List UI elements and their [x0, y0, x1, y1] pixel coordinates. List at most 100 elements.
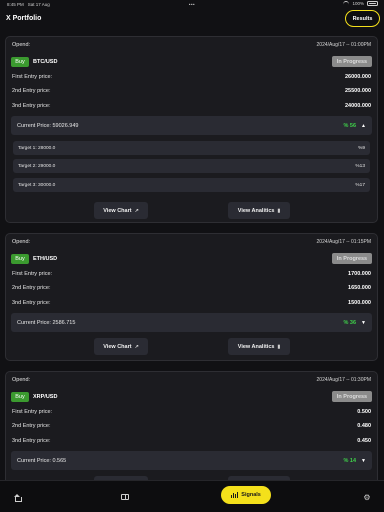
status-date: Sat 17 Aug — [27, 2, 50, 7]
second-entry-label: 2nd Entry price: — [12, 423, 51, 429]
results-button[interactable]: Results — [345, 10, 380, 27]
battery-percent: 100% — [352, 1, 364, 6]
target-label: Target 1: 28000.0 — [18, 145, 56, 151]
first-entry-label: First Entry price: — [12, 271, 53, 277]
page-title: X Portfolio — [6, 15, 42, 22]
second-entry-label: 2nd Entry price: — [12, 88, 51, 94]
target-label: Target 3: 30000.0 — [18, 182, 56, 188]
gear-icon: ⚙ — [363, 492, 371, 502]
status-badge: In Progress — [332, 56, 372, 67]
chevron-down-icon: ▼ — [361, 319, 366, 326]
third-entry-value: 24000.000 — [345, 103, 371, 109]
current-price: Current Price: 59026.949 — [17, 122, 79, 129]
second-entry-value: 25500.000 — [345, 88, 371, 94]
first-entry-value: 1700.000 — [348, 271, 371, 277]
tab-settings[interactable]: ⚙ — [358, 481, 376, 512]
bottom-tab-bar: Signals ⚙ — [0, 480, 384, 512]
target-row: Target 1: 28000.0 %9 — [13, 141, 370, 155]
first-entry-row: First Entry price: 26000.000 — [12, 74, 371, 80]
second-entry-row: 2nd Entry price: 0.480 — [12, 423, 371, 429]
wifi-icon — [343, 1, 350, 6]
view-chart-label: View Chart — [103, 207, 132, 214]
view-analitics-label: View Analitics — [237, 207, 275, 214]
first-entry-value: 0.500 — [357, 409, 371, 415]
tab-signals[interactable]: Signals — [221, 486, 271, 504]
target-percent: %9 — [358, 145, 365, 151]
chart-line-icon: ↗ — [134, 207, 139, 214]
target-label: Target 2: 29000.0 — [18, 163, 56, 169]
opened-row: Opend: 2024/Aug/17 -- 01:30PM — [12, 377, 371, 383]
signal-card-eth: Opend: 2024/Aug/17 -- 01:15PM Buy ETH/US… — [5, 233, 378, 361]
second-entry-label: 2nd Entry price: — [12, 285, 51, 291]
chart-line-icon: ↗ — [134, 343, 139, 350]
third-entry-row: 3nd Entry price: 1500.000 — [12, 300, 371, 306]
signals-list[interactable]: Opend: 2024/Aug/17 -- 01:00PM Buy BTC/US… — [0, 33, 384, 480]
third-entry-label: 3nd Entry price: — [12, 103, 51, 109]
opened-date: 2024/Aug/17 -- 01:00PM — [316, 42, 371, 48]
signal-card-xrp: Opend: 2024/Aug/17 -- 01:30PM Buy XRP/US… — [5, 371, 378, 480]
view-analitics-label: View Analitics — [237, 343, 275, 350]
current-price: Current Price: 0.565 — [17, 457, 67, 464]
first-entry-row: First Entry price: 0.500 — [12, 409, 371, 415]
current-price: Current Price: 2586.715 — [17, 319, 76, 326]
pair-label: ETH/USD — [33, 256, 58, 262]
price-change: % 14 — [343, 457, 357, 464]
home-icon — [13, 493, 22, 502]
chevron-down-icon: ▼ — [361, 457, 366, 464]
target-row: Target 2: 29000.0 %13 — [13, 159, 370, 173]
app-header: X Portfolio Results — [0, 9, 384, 31]
view-chart-button[interactable]: View Chart ↗ — [94, 202, 148, 219]
buy-badge: Buy — [11, 392, 29, 402]
tab-learn[interactable] — [116, 481, 134, 512]
view-analitics-button[interactable]: View Analitics ▮ — [228, 202, 290, 219]
signal-card-btc: Opend: 2024/Aug/17 -- 01:00PM Buy BTC/US… — [5, 36, 378, 223]
current-price-toggle[interactable]: Current Price: 2586.715 % 36 ▼ — [11, 313, 372, 332]
bar-chart-icon: ▮ — [277, 207, 281, 214]
second-entry-row: 2nd Entry price: 25500.000 — [12, 88, 371, 94]
pair-label: XRP/USD — [33, 394, 58, 400]
status-time: 8:45 PM — [7, 2, 24, 7]
price-change: % 56 — [343, 122, 357, 129]
third-entry-label: 3nd Entry price: — [12, 438, 51, 444]
multitasking-dots[interactable]: ••• — [188, 2, 196, 7]
third-entry-row: 3nd Entry price: 0.450 — [12, 438, 371, 444]
first-entry-value: 26000.000 — [345, 74, 371, 80]
opened-label: Opend: — [12, 42, 31, 48]
buy-badge: Buy — [11, 254, 29, 264]
opened-label: Opend: — [12, 377, 31, 383]
price-change: % 36 — [343, 319, 357, 326]
bar-chart-icon — [231, 492, 239, 498]
target-row: Target 3: 30000.0 %17 — [13, 178, 370, 192]
view-chart-button[interactable]: View Chart ↗ — [94, 338, 148, 355]
bar-chart-icon: ▮ — [277, 343, 281, 350]
current-price-toggle[interactable]: Current Price: 59026.949 % 56 ▲ — [11, 116, 372, 135]
status-bar: 8:45 PM Sat 17 Aug ••• 100% — [0, 0, 384, 9]
tab-home[interactable] — [8, 481, 26, 512]
buy-badge: Buy — [11, 57, 29, 67]
book-icon — [121, 494, 129, 500]
third-entry-value: 1500.000 — [348, 300, 371, 306]
opened-label: Opend: — [12, 239, 31, 245]
status-badge: In Progress — [332, 253, 372, 264]
third-entry-label: 3nd Entry price: — [12, 300, 51, 306]
opened-row: Opend: 2024/Aug/17 -- 01:00PM — [12, 42, 371, 48]
current-price-toggle[interactable]: Current Price: 0.565 % 14 ▼ — [11, 451, 372, 470]
target-percent: %17 — [355, 182, 365, 188]
second-entry-row: 2nd Entry price: 1650.000 — [12, 285, 371, 291]
third-entry-row: 3nd Entry price: 24000.000 — [12, 103, 371, 109]
third-entry-value: 0.450 — [357, 438, 371, 444]
opened-row: Opend: 2024/Aug/17 -- 01:15PM — [12, 239, 371, 245]
chevron-up-icon: ▲ — [361, 122, 366, 129]
second-entry-value: 1650.000 — [348, 285, 371, 291]
view-analitics-button[interactable]: View Analitics ▮ — [228, 338, 290, 355]
opened-date: 2024/Aug/17 -- 01:15PM — [316, 239, 371, 245]
second-entry-value: 0.480 — [357, 423, 371, 429]
status-badge: In Progress — [332, 391, 372, 402]
tab-signals-label: Signals — [241, 492, 261, 498]
pair-label: BTC/USD — [33, 59, 58, 65]
view-chart-label: View Chart — [103, 343, 132, 350]
battery-icon — [367, 1, 378, 6]
opened-date: 2024/Aug/17 -- 01:30PM — [316, 377, 371, 383]
first-entry-label: First Entry price: — [12, 74, 53, 80]
target-percent: %13 — [355, 163, 365, 169]
